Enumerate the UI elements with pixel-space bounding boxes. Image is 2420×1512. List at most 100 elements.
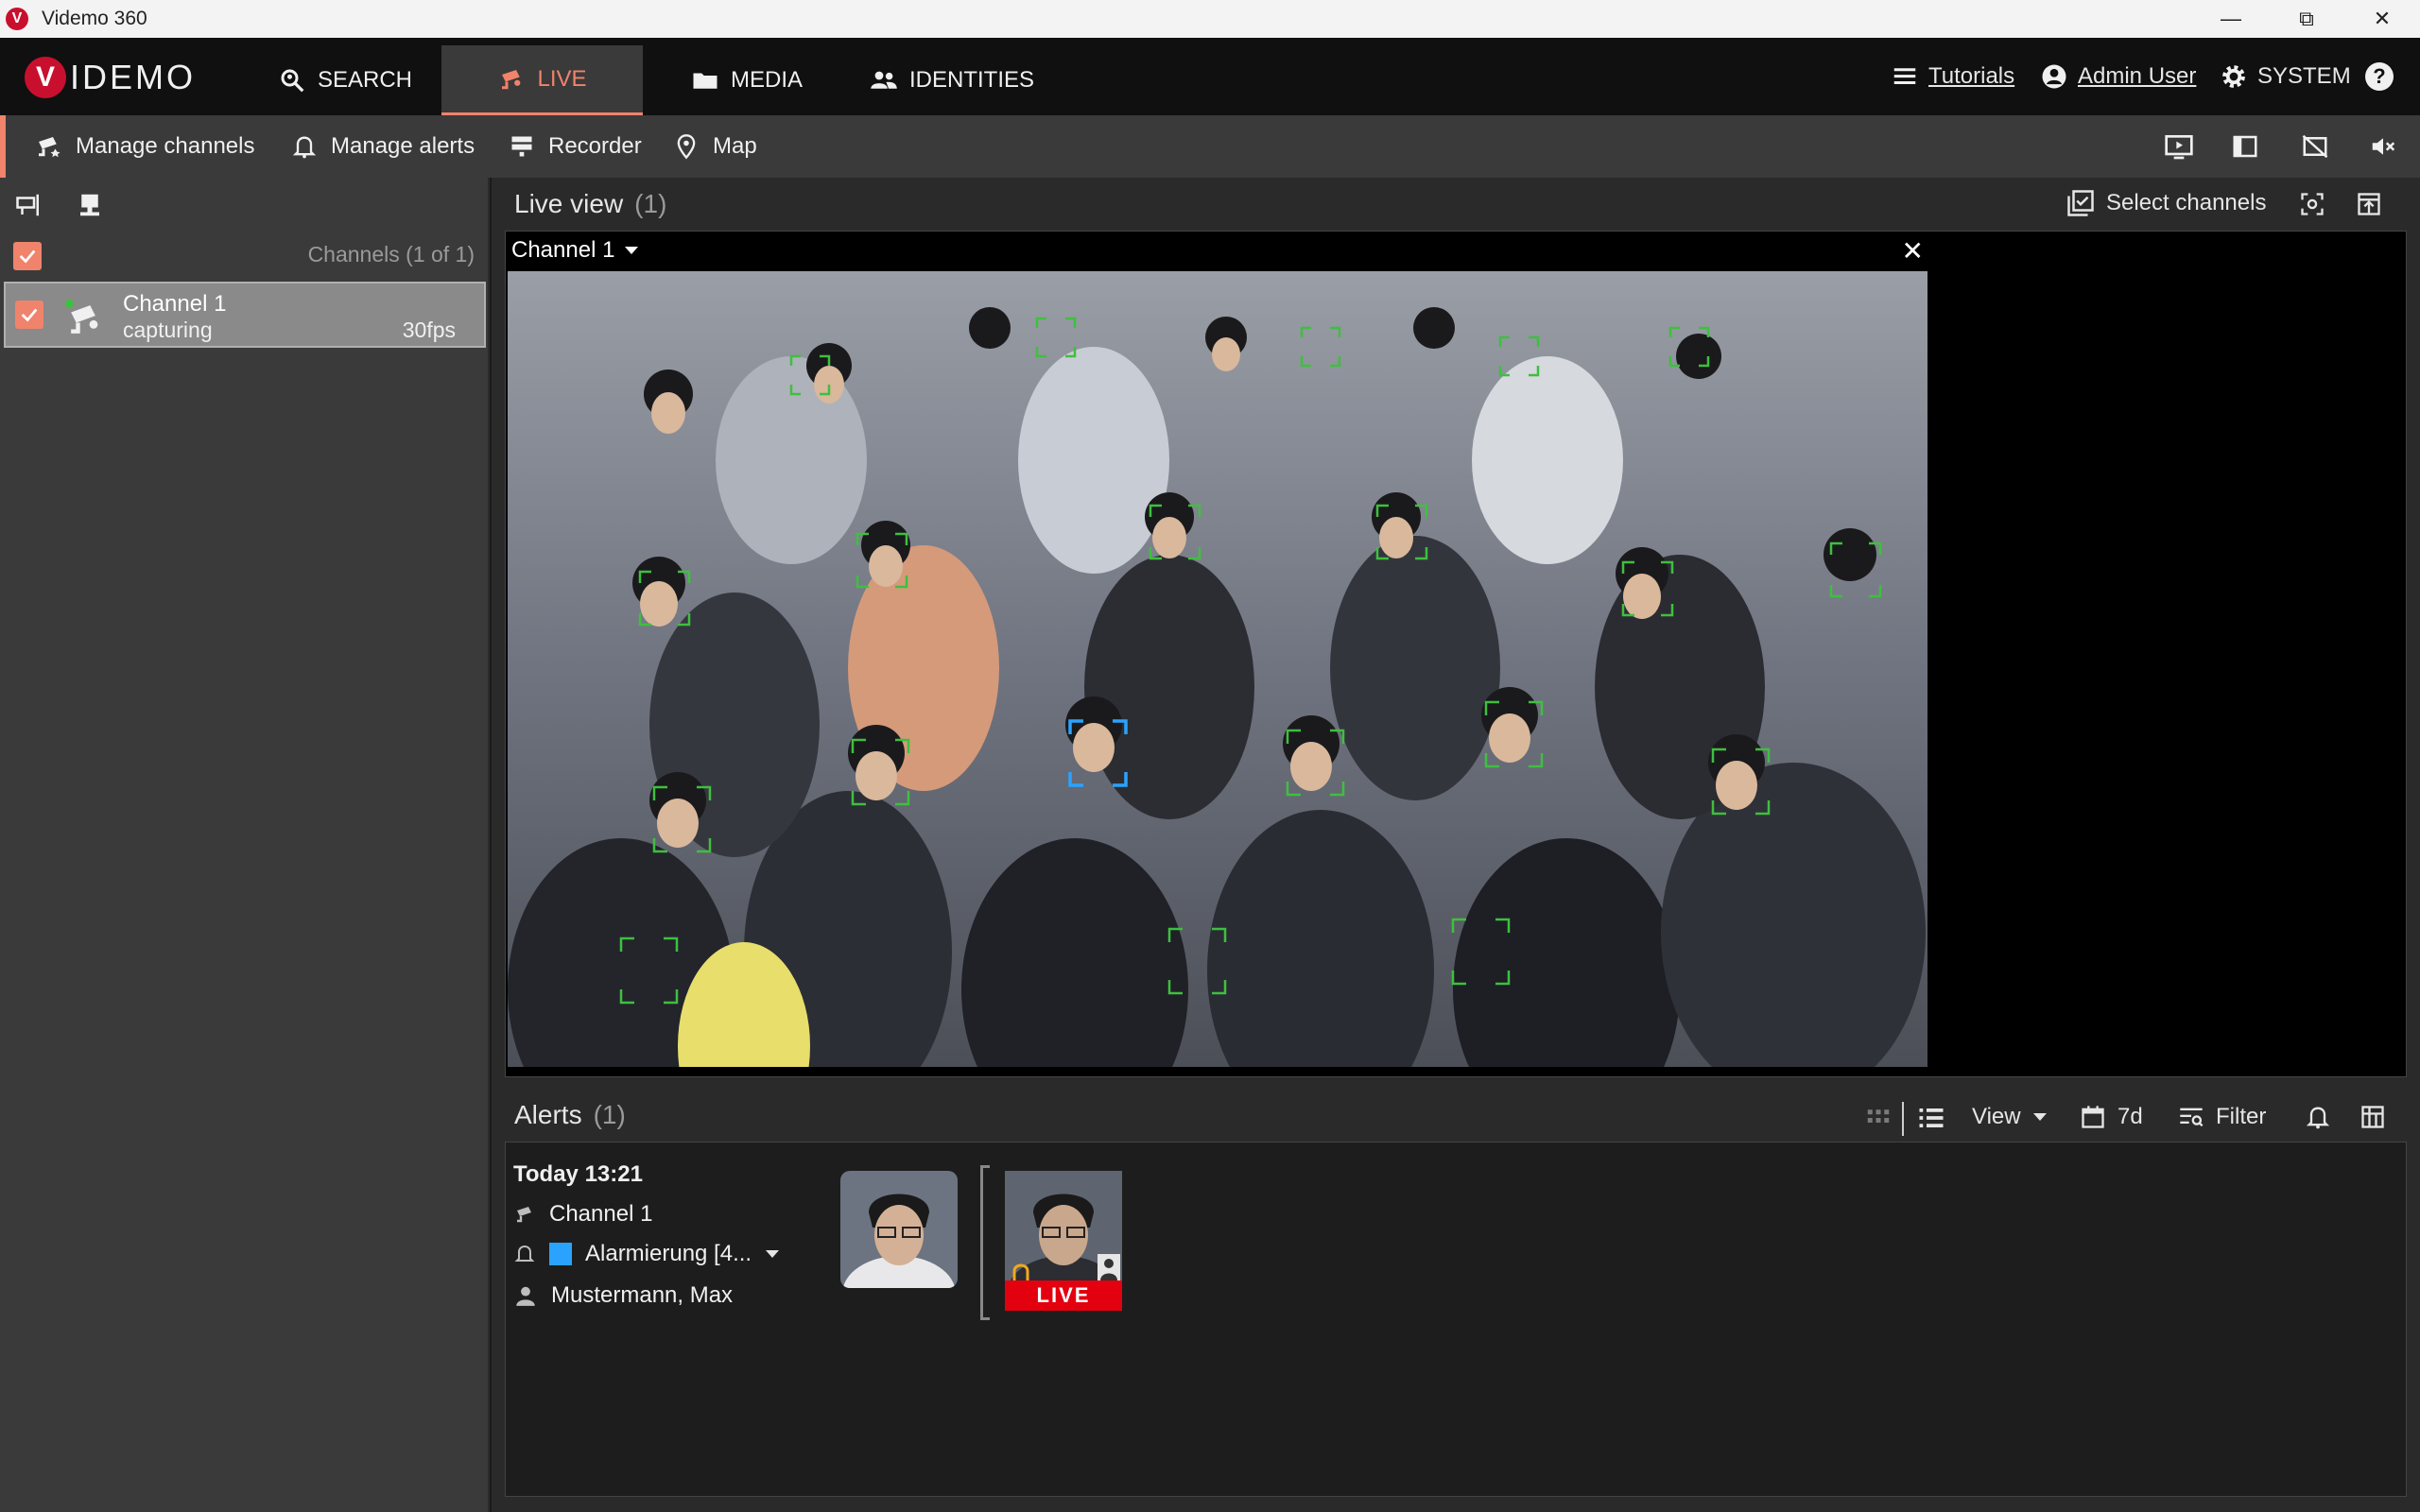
alert-rule[interactable]: Alarmierung [4...	[513, 1241, 780, 1267]
server-icon	[511, 136, 532, 157]
select-channels-button[interactable]: Select channels	[2066, 189, 2266, 217]
live-video-pane: Channel 1 ✕	[505, 231, 2407, 1077]
screen-play-icon	[2165, 135, 2193, 160]
list-icon	[1919, 1108, 1944, 1127]
help-button[interactable]: ?	[2365, 38, 2394, 115]
channel-name: Channel 1	[123, 291, 227, 317]
restore-button[interactable]: ⧉	[2269, 0, 2344, 38]
tab-live[interactable]: LIVE	[441, 45, 643, 115]
bell-icon	[292, 136, 317, 159]
map-label: Map	[713, 133, 757, 159]
checkmark-icon	[21, 308, 38, 322]
alert-rule-label: Alarmierung [4...	[585, 1241, 752, 1266]
manage-channels-button[interactable]: Manage channels	[34, 115, 254, 178]
focus-icon	[2301, 193, 2324, 215]
sidebar-icon	[2233, 135, 2257, 158]
select-all-channels-checkbox[interactable]	[13, 242, 42, 270]
video-header: Channel 1 ✕	[506, 232, 1937, 269]
close-video-button[interactable]: ✕	[1902, 235, 1924, 266]
alert-color-swatch	[549, 1243, 572, 1265]
help-icon: ?	[2365, 62, 2394, 91]
camera-status-icon	[64, 299, 98, 334]
live-view-title: Live view (1)	[514, 189, 666, 219]
date-range-button[interactable]: 7d	[2080, 1104, 2143, 1130]
channel-layout-button[interactable]	[13, 189, 45, 221]
live-camera-feed[interactable]	[508, 271, 1927, 1067]
map-button[interactable]: Map	[673, 115, 757, 178]
fullscreen-view-button[interactable]	[2161, 129, 2197, 164]
identity-reference-photo[interactable]	[840, 1171, 958, 1288]
detach-view-button[interactable]	[2356, 191, 2382, 217]
pin-icon	[677, 134, 696, 160]
grid-view-button[interactable]	[1864, 1104, 1893, 1132]
alerts-title: Alerts (1)	[514, 1100, 626, 1130]
camera-icon	[39, 137, 60, 158]
camera-icon	[517, 1207, 531, 1223]
speaker-mute-icon	[2372, 138, 2395, 155]
channel-status: capturing	[123, 318, 213, 342]
face-capture	[1005, 1171, 1122, 1311]
device-view-button[interactable]	[74, 189, 106, 221]
view-dropdown[interactable]: View	[1972, 1104, 2048, 1130]
tutorials-link[interactable]: Tutorials	[1891, 38, 2014, 115]
overlay-off-icon	[2302, 134, 2328, 159]
search-person-icon	[281, 69, 304, 93]
toggle-sidebar-button[interactable]	[2227, 129, 2263, 164]
channel-dropdown[interactable]: Channel 1	[511, 237, 639, 264]
alert-time: Today 13:21	[513, 1161, 643, 1187]
user-label: Admin User	[2078, 63, 2197, 89]
grid-icon	[1867, 1109, 1890, 1123]
system-menu[interactable]: SYSTEM	[2220, 38, 2351, 115]
video-channel-label: Channel 1	[511, 237, 615, 263]
caret-down-icon	[625, 247, 639, 254]
caret-down-icon	[766, 1250, 780, 1258]
alert-layout-button[interactable]	[2360, 1104, 2386, 1130]
alert-person: Mustermann, Max	[513, 1282, 733, 1309]
tutorials-label: Tutorials	[1928, 63, 2015, 89]
date-range-label: 7d	[2118, 1104, 2143, 1129]
bell-icon	[514, 1245, 535, 1262]
channel-fps: 30fps	[402, 318, 456, 342]
tab-media[interactable]: MEDIA	[681, 45, 813, 115]
close-window-button[interactable]: ✕	[2344, 0, 2420, 38]
bell-icon	[2306, 1107, 2330, 1129]
live-badge: LIVE	[1005, 1280, 1122, 1311]
live-capture-photo[interactable]: LIVE	[1005, 1171, 1122, 1311]
recorder-button[interactable]: Recorder	[509, 115, 642, 178]
tab-search[interactable]: SEARCH	[265, 45, 425, 115]
live-main-area: Live view (1) Select channels Channel 1 ✕	[492, 178, 2420, 1512]
recorder-label: Recorder	[548, 133, 642, 159]
camera-icon	[502, 69, 521, 89]
tab-search-label: SEARCH	[317, 67, 413, 93]
caret-down-icon	[2032, 1113, 2047, 1121]
channels-count: Channels (1 of 1)	[307, 242, 475, 266]
live-view-count: (1)	[634, 189, 667, 218]
mute-button[interactable]	[2365, 129, 2401, 164]
user-circle-icon	[2042, 64, 2066, 89]
channel-checkbox[interactable]	[15, 301, 43, 329]
multi-select-icon	[2067, 190, 2094, 216]
alerts-label: Alerts	[514, 1100, 582, 1129]
alert-channel-label: Channel 1	[549, 1201, 653, 1227]
select-channels-label: Select channels	[2106, 190, 2267, 215]
live-view-label: Live view	[514, 189, 624, 218]
tab-media-label: MEDIA	[730, 67, 803, 93]
tab-identities[interactable]: IDENTITIES	[862, 45, 1042, 115]
crowd-scene	[508, 271, 1927, 1067]
minimize-button[interactable]: —	[2193, 0, 2269, 38]
channel-list-item[interactable]: Channel 1 capturing 30fps	[4, 282, 486, 348]
window-title: Videmo 360	[42, 8, 147, 29]
filter-button[interactable]: Filter	[2178, 1104, 2266, 1130]
alert-person-label: Mustermann, Max	[551, 1282, 734, 1308]
videmo-logo: V IDEMO	[25, 57, 196, 98]
alerts-count: (1)	[593, 1100, 626, 1129]
disable-overlay-button[interactable]	[2297, 129, 2333, 164]
snapshot-button[interactable]	[2299, 191, 2325, 217]
user-menu[interactable]: Admin User	[2040, 38, 2196, 115]
window-titlebar: V Videmo 360 — ⧉ ✕	[0, 0, 2420, 38]
manage-alerts-button[interactable]: Manage alerts	[291, 115, 475, 178]
alert-sound-button[interactable]	[2305, 1104, 2331, 1130]
list-view-button[interactable]	[1917, 1104, 1945, 1132]
main-navbar: V IDEMO SEARCH LIVE MEDIA IDENTITIES Tut…	[0, 38, 2420, 115]
folder-icon	[693, 73, 717, 89]
